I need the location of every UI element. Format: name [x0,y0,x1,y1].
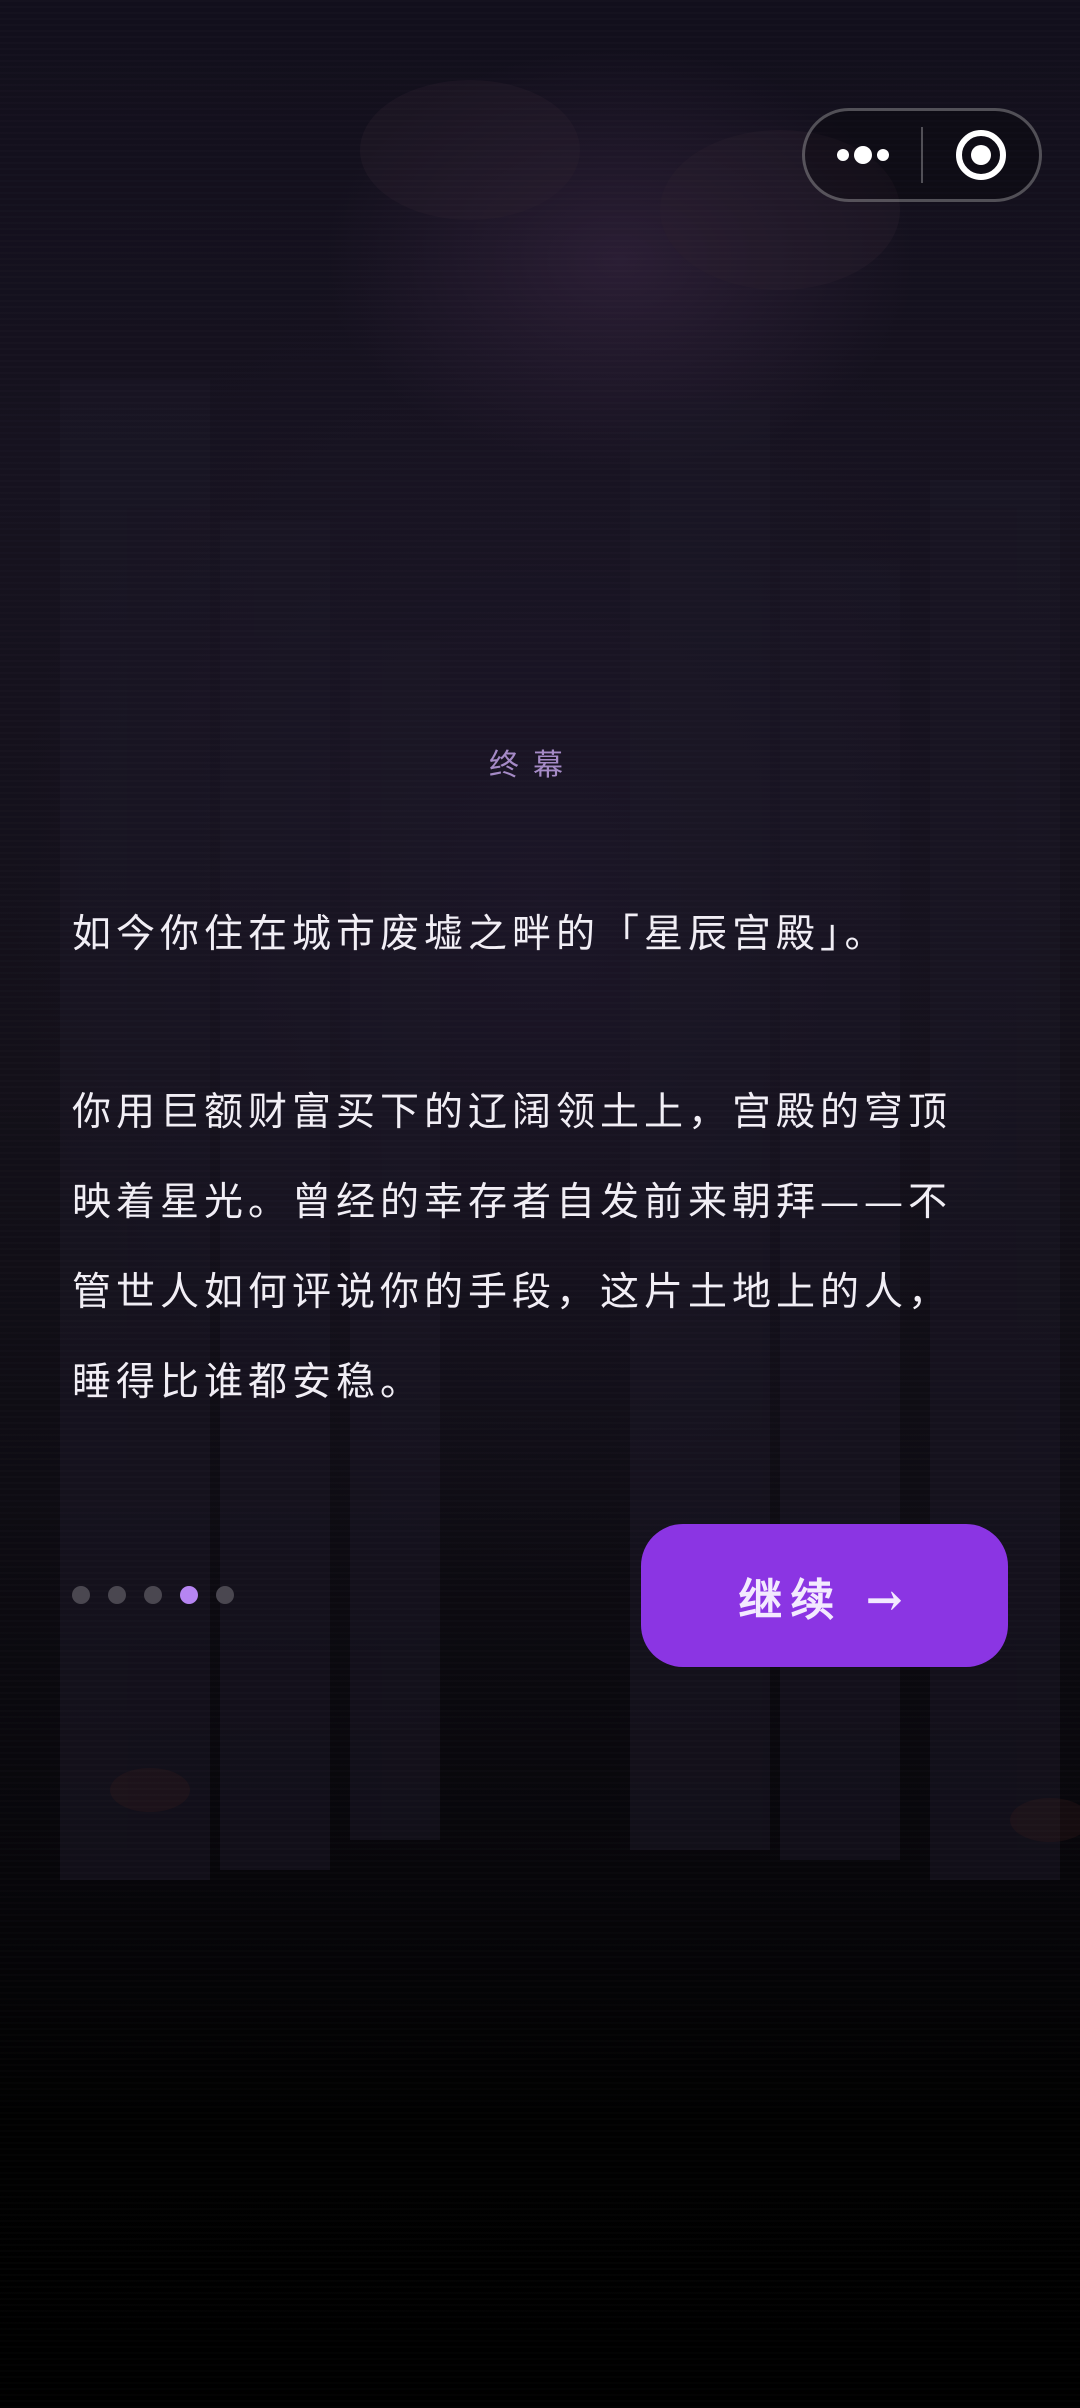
story-paragraph: 如今你住在城市废墟之畔的「星辰宫殿」。 [72,912,889,957]
chapter-title: 终幕 [489,748,577,783]
page-dot [108,1586,126,1604]
page-dot [216,1586,234,1604]
close-mini-program-button[interactable] [923,111,1039,199]
continue-button[interactable]: 继续 → [641,1524,1008,1667]
story-paragraph: 你用巨额财富买下的辽阔领土上，宫殿的穹顶映着星光。曾经的幸存者自发前来朝拜——不… [72,1090,953,1405]
story-text: 如今你住在城市废墟之畔的「星辰宫殿」。 你用巨额财富买下的辽阔领土上，宫殿的穹顶… [72,890,992,1516]
mini-program-capsule [802,108,1042,202]
page-indicator [72,1586,234,1604]
more-menu-button[interactable] [805,111,921,199]
more-dots-icon [837,146,889,164]
target-circle-icon [955,130,1006,180]
story-screen: 终幕 如今你住在城市废墟之畔的「星辰宫殿」。 你用巨额财富买下的辽阔领土上，宫殿… [0,0,1080,2408]
continue-button-label: 继续 → [738,1574,911,1626]
page-dot-active [180,1586,198,1604]
page-dot [144,1586,162,1604]
page-dot [72,1586,90,1604]
